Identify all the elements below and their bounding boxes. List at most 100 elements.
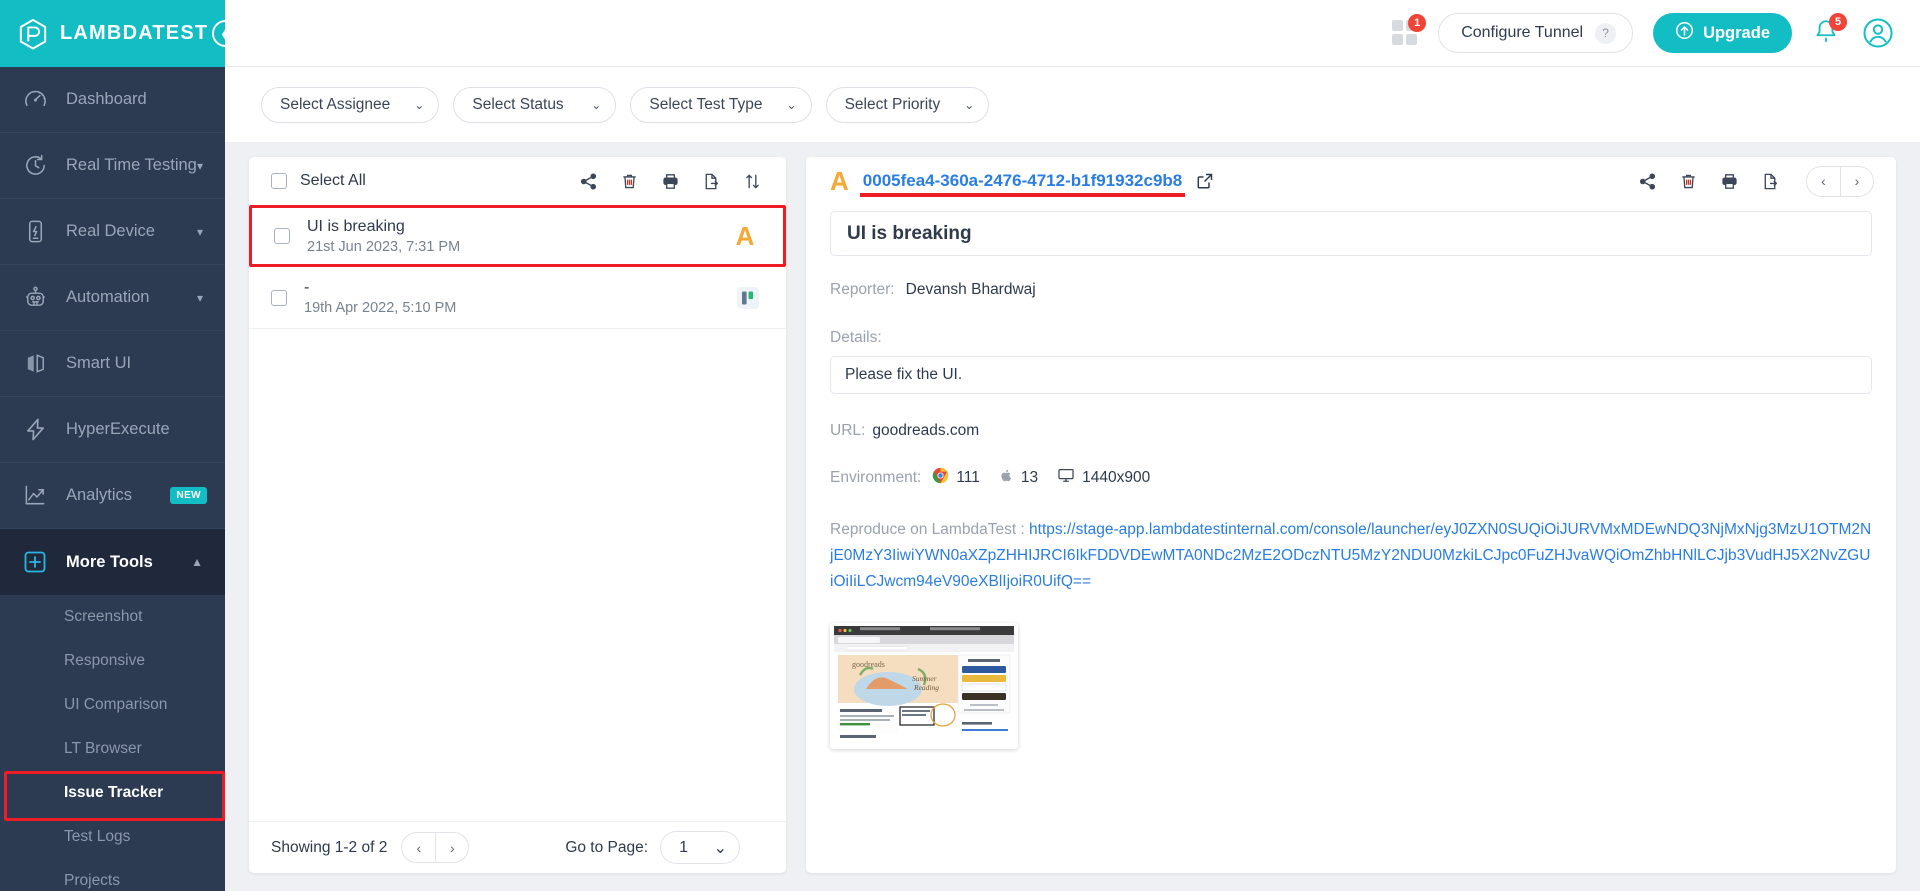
sort-icon[interactable] — [743, 172, 762, 191]
chevron-down-icon: ▾ — [197, 291, 203, 305]
sidebar-item-real-time-testing[interactable]: Real Time Testing▾ — [0, 133, 225, 199]
upgrade-label: Upgrade — [1703, 24, 1770, 43]
reporter-row: Reporter: Devansh Bhardwaj — [830, 281, 1872, 299]
issue-detail-body: UI is breaking Reporter: Devansh Bhardwa… — [806, 205, 1896, 749]
environment-row: Environment: 111 — [830, 466, 1872, 489]
environment-label: Environment: — [830, 469, 921, 487]
share-icon[interactable] — [579, 172, 598, 191]
sidebar-item-real-device[interactable]: Real Device▾ — [0, 199, 225, 265]
chevron-down-icon: ⌄ — [414, 98, 424, 112]
monitor-icon — [1057, 466, 1075, 489]
detail-next-button[interactable]: › — [1840, 167, 1873, 196]
issue-item-title: UI is breaking — [307, 217, 714, 236]
brand-name: LAMBDATEST — [60, 22, 208, 45]
details-field[interactable]: Please fix the UI. — [830, 356, 1872, 394]
select-all-checkbox[interactable] — [271, 173, 287, 189]
lambdatest-hexagon-logo-icon — [18, 18, 48, 50]
speedometer-icon — [22, 87, 48, 113]
resolution-chip: 1440x900 — [1057, 466, 1150, 489]
help-icon[interactable]: ? — [1595, 23, 1616, 44]
filter-label: Select Priority — [845, 96, 941, 114]
issue-detail-header: A 0005fea4-360a-2476-4712-b1f91932c9b8 — [806, 157, 1896, 205]
issue-list-panel: Select All — [249, 157, 786, 873]
sidebar-item-label: Smart UI — [66, 354, 131, 373]
issue-title-field[interactable]: UI is breaking — [830, 211, 1872, 256]
reproduce-row: Reproduce on LambdaTest : https://stage-… — [830, 517, 1872, 595]
sidebar-collapse-button[interactable]: ❮ — [212, 20, 225, 47]
jira-icon: A — [731, 222, 759, 250]
upgrade-button[interactable]: Upgrade — [1653, 13, 1792, 53]
url-row: URL: goodreads.com — [830, 422, 1872, 440]
chevron-down-icon: ⌄ — [787, 98, 797, 112]
sidebar-item-dashboard[interactable]: Dashboard — [0, 67, 225, 133]
main-content: Select All — [225, 143, 1920, 891]
filter-select-test-type[interactable]: Select Test Type ⌄ — [630, 87, 811, 123]
external-link-icon[interactable] — [1196, 172, 1214, 190]
share-icon[interactable] — [1638, 172, 1657, 191]
chevron-down-icon: ▾ — [197, 159, 203, 173]
page-number-select[interactable]: 1 ⌄ — [660, 831, 740, 864]
smart-ui-icon — [22, 351, 48, 377]
jira-icon: A — [830, 166, 849, 197]
issue-item-date: 19th Apr 2022, 5:10 PM — [304, 300, 717, 317]
print-icon[interactable] — [1720, 172, 1739, 191]
trash-icon[interactable] — [1679, 172, 1698, 191]
apps-badge: 1 — [1408, 14, 1426, 32]
export-file-icon[interactable] — [702, 172, 721, 191]
print-icon[interactable] — [661, 172, 680, 191]
sidebar-item-label: More Tools — [66, 553, 153, 572]
pager-prev-button[interactable]: ‹ — [402, 833, 435, 862]
sidebar-sub-nav: ScreenshotResponsiveUI ComparisonLT Brow… — [0, 595, 225, 891]
sidebar-item-lt-browser[interactable]: LT Browser — [0, 727, 225, 771]
sidebar-item-test-logs[interactable]: Test Logs — [0, 815, 225, 859]
sidebar-item-smart-ui[interactable]: Smart UI — [0, 331, 225, 397]
screenshot-thumbnail[interactable]: goodreads Summer Reading — [830, 623, 1018, 749]
sidebar-item-projects[interactable]: Projects — [0, 859, 225, 891]
details-label: Details: — [830, 329, 882, 346]
line-chart-icon — [22, 483, 48, 509]
sidebar-item-screenshot[interactable]: Screenshot — [0, 595, 225, 639]
reporter-label: Reporter: — [830, 281, 895, 299]
export-file-icon[interactable] — [1761, 172, 1780, 191]
notification-bell-icon[interactable]: 5 — [1812, 18, 1842, 48]
issue-detail-panel: A 0005fea4-360a-2476-4712-b1f91932c9b8 — [806, 157, 1896, 873]
sidebar-item-more-tools[interactable]: More Tools ▲ — [0, 529, 225, 595]
issue-list-item[interactable]: -19th Apr 2022, 5:10 PM — [249, 267, 786, 329]
issue-item-date: 21st Jun 2023, 7:31 PM — [307, 239, 714, 256]
sidebar-item-label: Automation — [66, 288, 149, 307]
sidebar-item-label: HyperExecute — [66, 420, 170, 439]
issue-list-item[interactable]: UI is breaking 21st Jun 2023, 7:31 PM A — [249, 205, 786, 267]
sidebar-sub-item-label: Issue Tracker — [64, 784, 163, 802]
list-pager: ‹ › — [401, 832, 469, 863]
sidebar-item-automation[interactable]: Automation ▾ — [0, 265, 225, 331]
reproduce-label: Reproduce on LambdaTest : — [830, 521, 1025, 538]
trash-icon[interactable] — [620, 172, 639, 191]
issue-id-link[interactable]: 0005fea4-360a-2476-4712-b1f91932c9b8 — [863, 171, 1182, 191]
apps-grid-icon[interactable]: 1 — [1392, 20, 1418, 46]
detail-prev-button[interactable]: ‹ — [1807, 167, 1840, 196]
filter-select-status[interactable]: Select Status ⌄ — [453, 87, 616, 123]
reporter-value: Devansh Bhardwaj — [906, 281, 1036, 299]
url-value: goodreads.com — [872, 422, 979, 440]
user-avatar-icon[interactable] — [1862, 17, 1894, 49]
filter-select-priority[interactable]: Select Priority⌄ — [826, 87, 990, 123]
lightning-bolt-icon — [22, 417, 48, 443]
chevron-down-icon: ⌄ — [591, 98, 601, 112]
issue-checkbox[interactable] — [274, 228, 290, 244]
chevron-up-icon: ▲ — [191, 555, 203, 569]
configure-tunnel-button[interactable]: Configure Tunnel ? — [1438, 13, 1633, 53]
pager-next-button[interactable]: › — [435, 833, 468, 862]
filter-label: Select Test Type — [649, 96, 762, 114]
sidebar-item-ui-comparison[interactable]: UI Comparison — [0, 683, 225, 727]
chevron-down-icon: ⌄ — [714, 838, 727, 858]
sidebar-item-responsive[interactable]: Responsive — [0, 639, 225, 683]
filter-label: Select Assignee — [280, 96, 390, 114]
issue-checkbox[interactable] — [271, 290, 287, 306]
sidebar-item-analytics[interactable]: AnalyticsNEW — [0, 463, 225, 529]
sidebar-item-issue-tracker[interactable]: Issue Tracker — [0, 771, 225, 815]
filter-select-assignee[interactable]: Select Assignee ⌄ — [261, 87, 439, 123]
sidebar-item-hyperexecute[interactable]: HyperExecute — [0, 397, 225, 463]
svg-text:Summer: Summer — [912, 674, 937, 683]
filter-label: Select Status — [472, 96, 563, 114]
notification-badge: 5 — [1829, 13, 1847, 31]
